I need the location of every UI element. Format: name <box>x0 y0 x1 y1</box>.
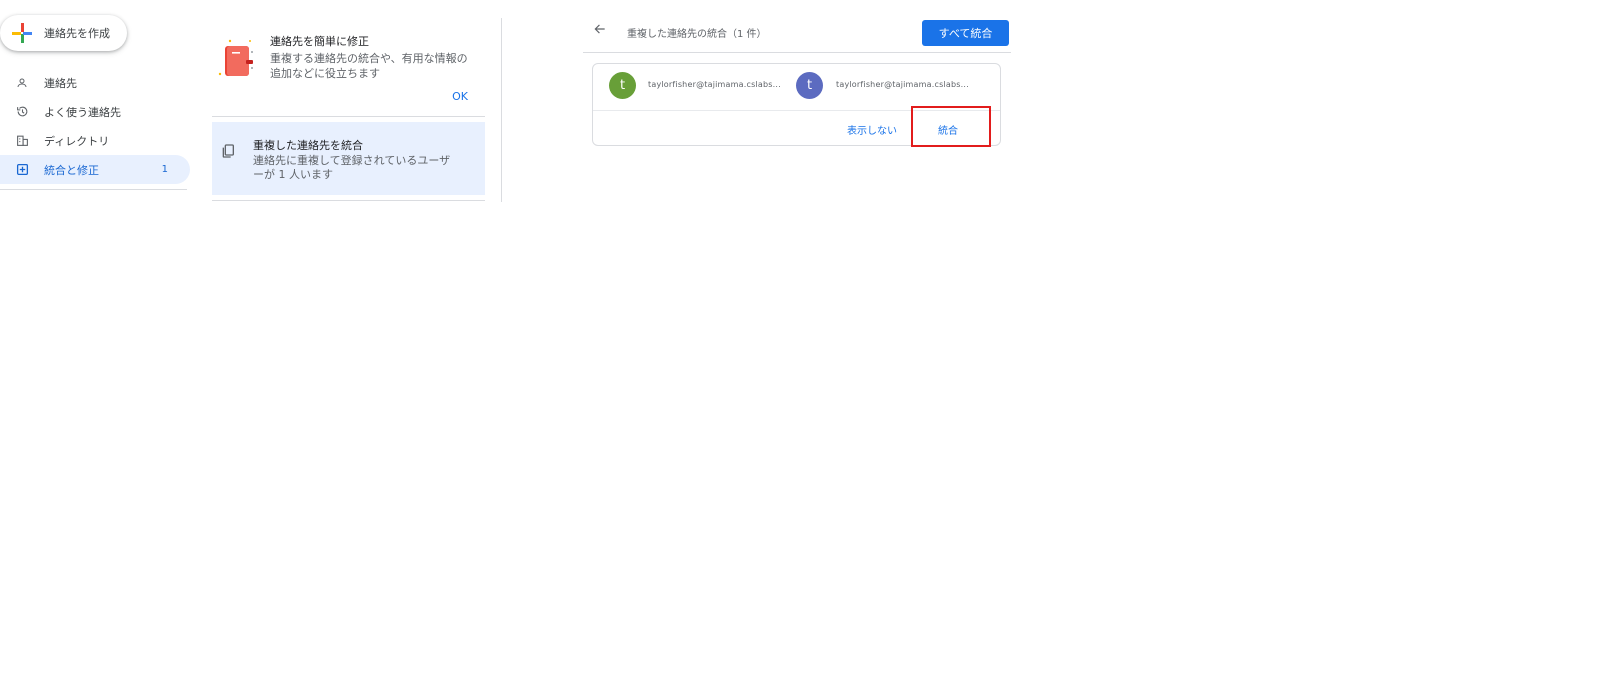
sidebar-divider <box>0 189 187 190</box>
sidebar-nav: 連絡先 よく使う連絡先 ディレクトリ 統合と修正 1 <box>0 68 190 184</box>
plus-icon <box>12 23 32 43</box>
sidebar-item-label: 連絡先 <box>44 76 77 90</box>
panel-header-divider <box>583 52 1011 53</box>
copy-icon <box>222 144 234 158</box>
tip-ok-button[interactable]: OK <box>452 90 468 103</box>
sidebar-item-contacts[interactable]: 連絡先 <box>0 68 190 97</box>
sidebar-item-count: 1 <box>161 164 168 175</box>
tip-card: 連絡先を簡単に修正 重複する連絡先の統合や、有用な情報の追加などに役立ちます O… <box>212 22 485 117</box>
middle-divider <box>212 200 485 201</box>
avatar[interactable]: t <box>609 72 636 99</box>
create-contact-label: 連絡先を作成 <box>44 27 110 40</box>
building-icon <box>15 134 29 148</box>
sidebar-item-merge-fix[interactable]: 統合と修正 1 <box>0 155 190 184</box>
contact-email: taylorfisher@tajimama.cslabs... <box>648 80 781 89</box>
add-box-icon <box>15 163 29 177</box>
create-contact-button[interactable]: 連絡先を作成 <box>0 15 127 51</box>
back-arrow-icon[interactable] <box>593 22 607 36</box>
merge-all-button[interactable]: すべて統合 <box>922 20 1009 46</box>
tip-title: 連絡先を簡単に修正 <box>270 35 369 48</box>
panel-title: 重複した連絡先の統合（1 件） <box>627 29 767 40</box>
contact-email: taylorfisher@tajimama.cslabs... <box>836 80 969 89</box>
notebook-illustration-icon <box>218 39 253 76</box>
sidebar-item-label: よく使う連絡先 <box>44 105 121 119</box>
tip-description: 重複する連絡先の統合や、有用な情報の追加などに役立ちます <box>270 52 468 80</box>
sidebar-item-directory[interactable]: ディレクトリ <box>0 126 190 155</box>
merge-duplicates-card[interactable]: 重複した連絡先を統合 連絡先に重複して登録されているユーザーが 1 人います <box>212 122 485 195</box>
merge-card-description: 連絡先に重複して登録されているユーザーが 1 人います <box>253 154 451 181</box>
contacts-app: 連絡先を作成 連絡先 よく使う連絡先 ディレクトリ 統合と修正 1 連絡先を簡単… <box>0 0 1600 699</box>
column-separator <box>501 18 502 202</box>
sidebar-item-label: ディレクトリ <box>44 134 110 148</box>
person-icon <box>15 76 29 90</box>
sidebar-item-frequent[interactable]: よく使う連絡先 <box>0 97 190 126</box>
history-icon <box>15 105 29 119</box>
merge-card-title: 重複した連絡先を統合 <box>253 139 363 152</box>
merge-button-highlight <box>911 106 991 147</box>
avatar[interactable]: t <box>796 72 823 99</box>
sidebar-item-label: 統合と修正 <box>44 163 99 177</box>
dismiss-button[interactable]: 表示しない <box>847 122 897 137</box>
